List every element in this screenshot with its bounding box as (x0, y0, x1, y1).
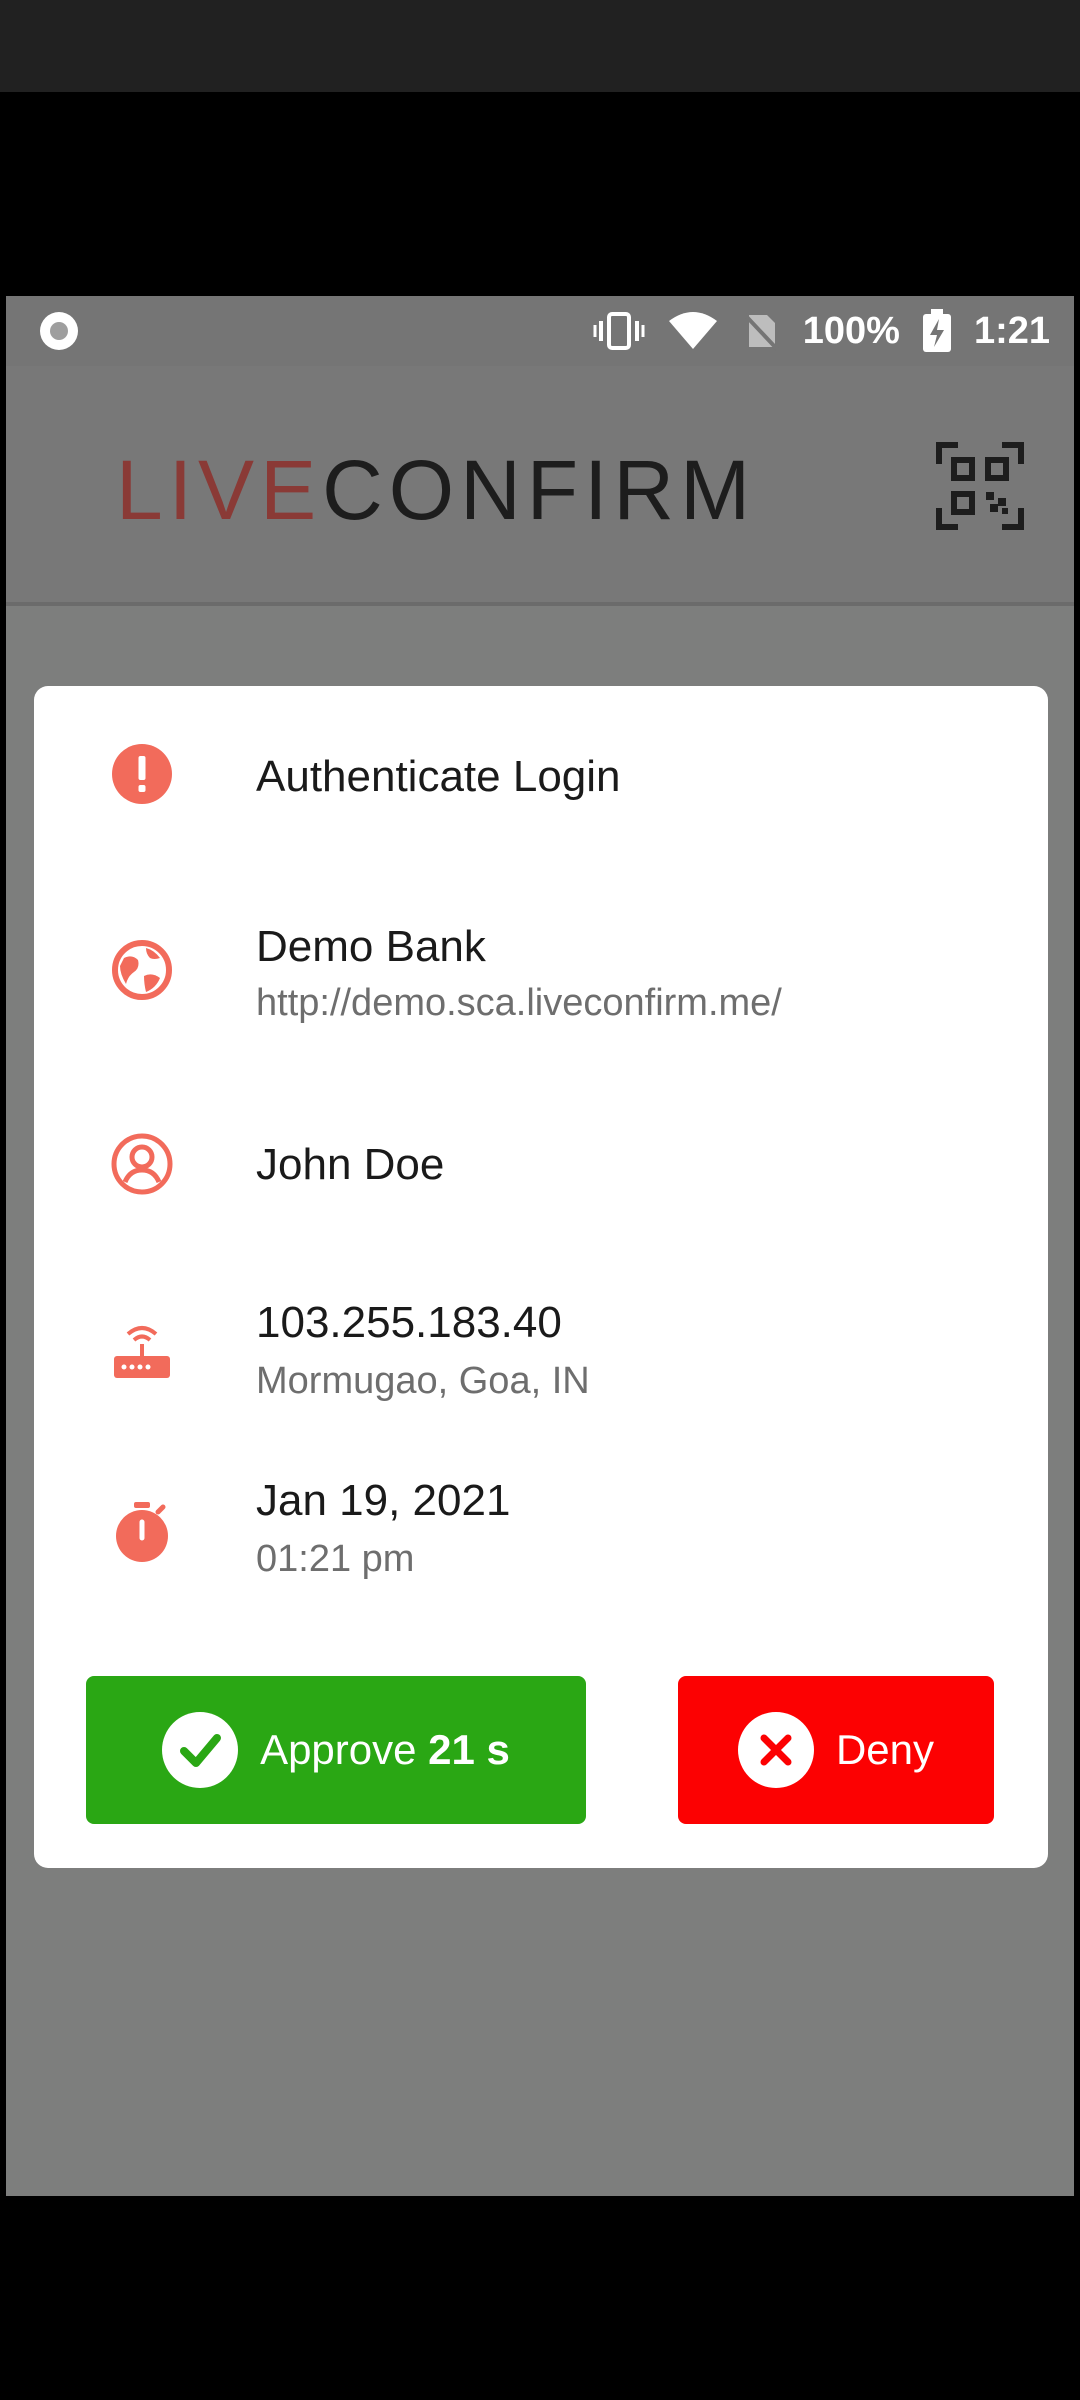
service-url: http://demo.sca.liveconfirm.me/ (256, 982, 782, 1024)
router-icon (114, 1326, 170, 1378)
user-name: John Doe (256, 1140, 445, 1189)
user-circle-icon (111, 1133, 173, 1195)
logo-confirm: CONFIRM (322, 443, 757, 537)
status-icons: 100% 1:21 (593, 304, 1050, 358)
deny-label: Deny (835, 1726, 935, 1773)
approve-button[interactable]: Approve 21 s (86, 1676, 586, 1824)
phone-screen: 100% 1:21 LIVECONFIRM Authenticate Login… (6, 296, 1074, 2196)
battery-charging-icon (922, 309, 952, 353)
qr-scan-button[interactable] (936, 442, 1024, 530)
vibrate-icon (593, 311, 645, 351)
app-header: LIVECONFIRM (6, 366, 1074, 606)
close-circle-icon (737, 1712, 814, 1788)
stopwatch-icon (116, 1502, 168, 1562)
service-name: Demo Bank (256, 922, 486, 971)
logo-live: LIVE (116, 443, 323, 537)
clock: 1:21 (973, 309, 1050, 352)
deny-button[interactable]: Deny (678, 1676, 994, 1824)
check-circle-icon (162, 1712, 239, 1788)
ip-location: Mormugao, Goa, IN (256, 1360, 590, 1402)
globe-icon (112, 940, 172, 1000)
battery-percent: 100% (802, 309, 900, 352)
top-letterbox (0, 0, 1080, 92)
app-logo: LIVECONFIRM (116, 442, 756, 539)
approve-label-group: Approve 21 s (260, 1726, 510, 1774)
approve-label: Approve (260, 1726, 417, 1773)
qr-scan-icon (936, 442, 1024, 530)
wifi-icon (667, 311, 719, 351)
status-bar: 100% 1:21 (6, 296, 1074, 366)
request-time: 01:21 pm (256, 1538, 415, 1580)
ip-address: 103.255.183.40 (256, 1298, 562, 1347)
alert-icon (112, 744, 172, 804)
request-date: Jan 19, 2021 (256, 1476, 511, 1525)
request-title: Authenticate Login (256, 752, 621, 801)
approve-countdown: 21 s (428, 1726, 510, 1773)
no-sim-icon (741, 311, 781, 351)
record-indicator-icon (40, 312, 78, 350)
